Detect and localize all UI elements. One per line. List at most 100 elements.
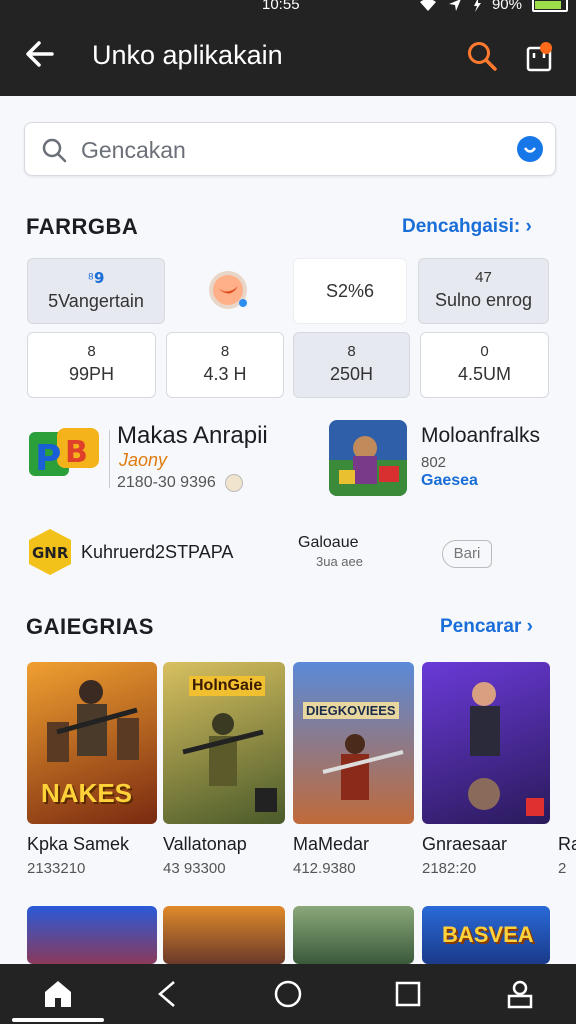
see-all-label: Pencarar (440, 616, 522, 637)
game-card-4[interactable] (422, 662, 550, 824)
game-card-8[interactable]: BASVEA (422, 906, 550, 964)
pill-top: 8 (87, 343, 96, 360)
game-card-1[interactable]: NAKES (27, 662, 157, 824)
profile-icon[interactable] (504, 978, 536, 1010)
location-icon (448, 0, 461, 11)
pill-bottom: 4.3 H (203, 364, 247, 384)
app-item-kuhruerd[interactable]: GNR Kuhruerd2STPAPA (27, 526, 267, 580)
game-name: Kpka Samek (27, 834, 130, 854)
stat-pill-2[interactable] (178, 258, 280, 324)
game-card-6[interactable] (163, 906, 285, 964)
status-icons: 90% (418, 0, 568, 13)
game-banner-text: BASVEA (442, 922, 534, 947)
game-name: Vallatonap (163, 834, 247, 854)
pill-top: 8 (220, 343, 230, 360)
game-name: Gnraesaar (422, 834, 508, 854)
status-bar: 10:55 90% (0, 0, 576, 16)
game-banner-text: DIEGKOVIEES (303, 702, 399, 719)
status-time: 10:55 (262, 0, 300, 13)
app-badge-icon (209, 271, 247, 309)
app-name: Makas Anrapii (117, 422, 268, 449)
app-meta: 3ua aee (316, 554, 363, 569)
nav-home-circle-icon[interactable] (272, 978, 304, 1010)
search-bar[interactable] (24, 122, 556, 176)
pill-bottom: Sulno enrog (434, 290, 533, 310)
stat-pill-5[interactable]: 8 99PH (27, 332, 156, 398)
stat-pill-4[interactable]: 47 Sulno enrog (418, 258, 549, 324)
pill-bottom: 250H (329, 364, 374, 384)
bottom-navigation (0, 964, 576, 1024)
game-downloads: 2182:20 (422, 860, 477, 877)
app-developer: Jaony (119, 450, 168, 470)
game-card-3[interactable]: DIEGKOVIEES (293, 662, 414, 824)
chevron-right-icon: › (525, 216, 532, 237)
search-icon[interactable] (466, 40, 498, 72)
voice-search-icon[interactable] (517, 136, 543, 162)
app-item-moloan[interactable]: Moloanfralks 802 Gaesea (329, 418, 559, 498)
battery-percent: 90% (491, 0, 522, 13)
game-thumbnail-icon (329, 420, 407, 496)
badge-logo-icon: GNR (29, 529, 71, 575)
app-item-makas[interactable]: P B Makas Anrapii Jaony 2180-30 9396 (27, 418, 297, 498)
pill-bottom: 4.5UM (457, 364, 511, 384)
game-banner-text: NAKES (41, 778, 133, 808)
notification-dot (540, 42, 552, 54)
coin-icon (225, 474, 243, 492)
game-card-7[interactable] (293, 906, 414, 964)
wifi-icon (419, 0, 436, 11)
home-icon[interactable] (42, 978, 74, 1010)
page-title: Unko aplikakain (92, 40, 283, 70)
soldier-art-icon (468, 682, 544, 816)
pill-bottom: 5Vangertain (48, 291, 144, 311)
game-downloads: 2 (558, 860, 567, 877)
see-all-link-categories[interactable]: Pencarar › (440, 616, 533, 638)
pill-top: 47 (475, 269, 492, 286)
stat-pill-8[interactable]: 0 4.5UM (420, 332, 549, 398)
app-meta: 802 (421, 454, 447, 471)
game-downloads: 412.9380 (293, 860, 356, 877)
app-logo-icon: P B (29, 428, 99, 479)
game-downloads: 43 93300 (163, 860, 226, 877)
nav-indicator (12, 1018, 104, 1022)
recent-apps-icon[interactable] (392, 978, 424, 1010)
get-button[interactable]: Bari (442, 540, 492, 568)
app-bar: Unko aplikakain (0, 16, 576, 96)
search-input[interactable] (81, 133, 481, 167)
section-title-categories: GAIEGRIAS (26, 614, 154, 639)
signal-icon (473, 0, 481, 12)
game-banner-text: HolnGaie (189, 676, 266, 696)
game-name: Ra (558, 834, 576, 854)
app-item-galoaue[interactable]: Galoaue 3ua aee (298, 532, 418, 576)
stat-pill-3[interactable]: S2%6 (293, 258, 407, 324)
pill-top: ⁸𝟵 (87, 270, 105, 287)
app-genre: Gaesea (421, 472, 478, 489)
app-name: Galoaue (298, 534, 359, 551)
svg-text:GNR: GNR (32, 544, 69, 562)
svg-text:P: P (35, 438, 61, 479)
game-name: MaMedar (293, 834, 370, 854)
game-card-2[interactable]: HolnGaie (163, 662, 285, 824)
pill-bottom: 99PH (68, 364, 115, 384)
pill-bottom: S2%6 (325, 281, 375, 301)
svg-text:B: B (65, 435, 88, 470)
warrior-art-icon (322, 734, 404, 800)
see-all-label: Dencahgaisi: (402, 216, 521, 237)
get-button-label: Bari (453, 545, 481, 562)
see-all-link-featured[interactable]: Dencahgaisi: › (402, 216, 532, 238)
back-arrow-icon[interactable] (22, 36, 58, 72)
pill-top: 8 (347, 343, 356, 360)
app-meta: 2180-30 9396 (117, 474, 216, 491)
chevron-right-icon: › (526, 616, 533, 637)
section-title-featured: FARRGBA (26, 214, 139, 239)
app-name: Moloanfralks (421, 424, 541, 447)
app-name: Kuhruerd2STPAPA (81, 542, 234, 562)
pill-top: 0 (480, 343, 489, 360)
stat-pill-1[interactable]: ⁸𝟵 5Vangertain (27, 258, 165, 324)
game-downloads: 2133210 (27, 860, 86, 877)
search-icon (42, 138, 67, 163)
nav-back-icon[interactable] (152, 978, 184, 1010)
game-card-5[interactable] (27, 906, 157, 964)
stat-pill-7[interactable]: 8 250H (293, 332, 410, 398)
stat-pill-6[interactable]: 8 4.3 H (166, 332, 284, 398)
main-content: FARRGBA Dencahgaisi: › ⁸𝟵 5Vangertain S2… (0, 96, 576, 964)
